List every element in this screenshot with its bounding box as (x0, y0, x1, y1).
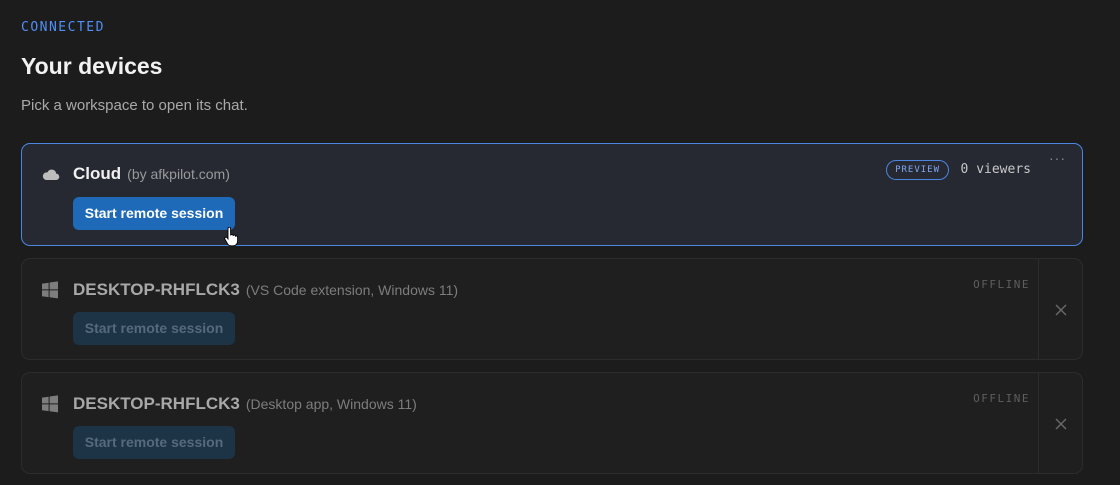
close-icon (1055, 303, 1067, 316)
hand-pointer-icon (224, 226, 239, 247)
viewers-count: 0 viewers (960, 162, 1031, 177)
device-card-desktop[interactable]: DESKTOP-RHFLCK3 (Desktop app, Windows 11)… (21, 372, 1083, 474)
device-meta: (Desktop app, Windows 11) (245, 396, 417, 412)
remove-device-button[interactable] (1038, 373, 1082, 473)
device-name: DESKTOP-RHFLCK3 (VS Code extension, Windo… (73, 280, 458, 300)
devices-page: CONNECTED Your devices Pick a workspace … (0, 0, 1120, 485)
device-card-cloud[interactable]: Cloud (by afkpilot.com) Start remote sess… (21, 143, 1083, 246)
device-name-text: DESKTOP-RHFLCK3 (73, 280, 240, 299)
start-remote-session-button: Start remote session (73, 426, 235, 459)
more-options-icon[interactable]: ··· (1049, 150, 1066, 166)
start-remote-session-button[interactable]: Start remote session (73, 197, 235, 230)
status-badge: OFFLINE (973, 278, 1030, 291)
close-icon (1055, 417, 1067, 430)
cloud-icon (41, 166, 61, 184)
page-subtitle: Pick a workspace to open its chat. (21, 97, 248, 114)
connection-status-label: CONNECTED (21, 20, 105, 35)
device-meta: (by afkpilot.com) (127, 166, 230, 182)
windows-icon (41, 395, 61, 413)
status-badge: OFFLINE (973, 392, 1030, 405)
device-name-text: DESKTOP-RHFLCK3 (73, 394, 240, 413)
windows-icon (41, 281, 61, 299)
preview-badge: PREVIEW (886, 160, 949, 180)
device-card-vscode[interactable]: DESKTOP-RHFLCK3 (VS Code extension, Windo… (21, 258, 1083, 360)
device-name-text: Cloud (73, 164, 122, 183)
page-title: Your devices (21, 53, 163, 79)
remove-device-button[interactable] (1038, 259, 1082, 359)
device-name: Cloud (by afkpilot.com) (73, 164, 230, 184)
device-name: DESKTOP-RHFLCK3 (Desktop app, Windows 11) (73, 394, 417, 414)
device-meta: (VS Code extension, Windows 11) (245, 282, 459, 298)
start-remote-session-button: Start remote session (73, 312, 235, 345)
